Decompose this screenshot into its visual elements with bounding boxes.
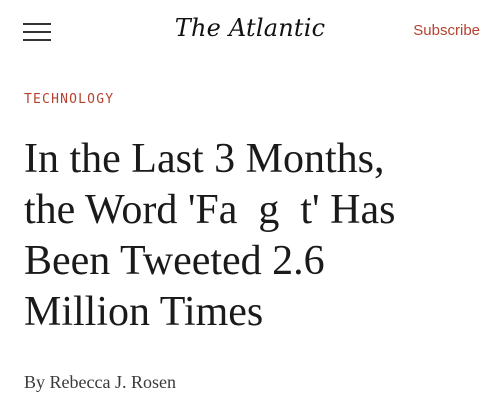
byline: By Rebecca J. Rosen (24, 372, 176, 393)
headline-line: Million Times (24, 289, 264, 335)
subscribe-button[interactable]: Subscribe (413, 22, 480, 39)
byline-prefix: By (24, 372, 46, 392)
top-nav-bar: The Atlantic Subscribe (0, 0, 500, 64)
article-headline: In the Last 3 Months, the Word 'Fa g t' … (24, 134, 484, 338)
headline-line: the Word 'Fa g t' Has (24, 187, 396, 233)
headline-line: In the Last 3 Months, (24, 136, 385, 182)
hamburger-menu-icon[interactable] (23, 20, 51, 44)
section-label[interactable]: TECHNOLOGY (24, 92, 114, 107)
author-name[interactable]: Rebecca J. Rosen (50, 372, 176, 392)
headline-line: Been Tweeted 2.6 (24, 238, 325, 284)
